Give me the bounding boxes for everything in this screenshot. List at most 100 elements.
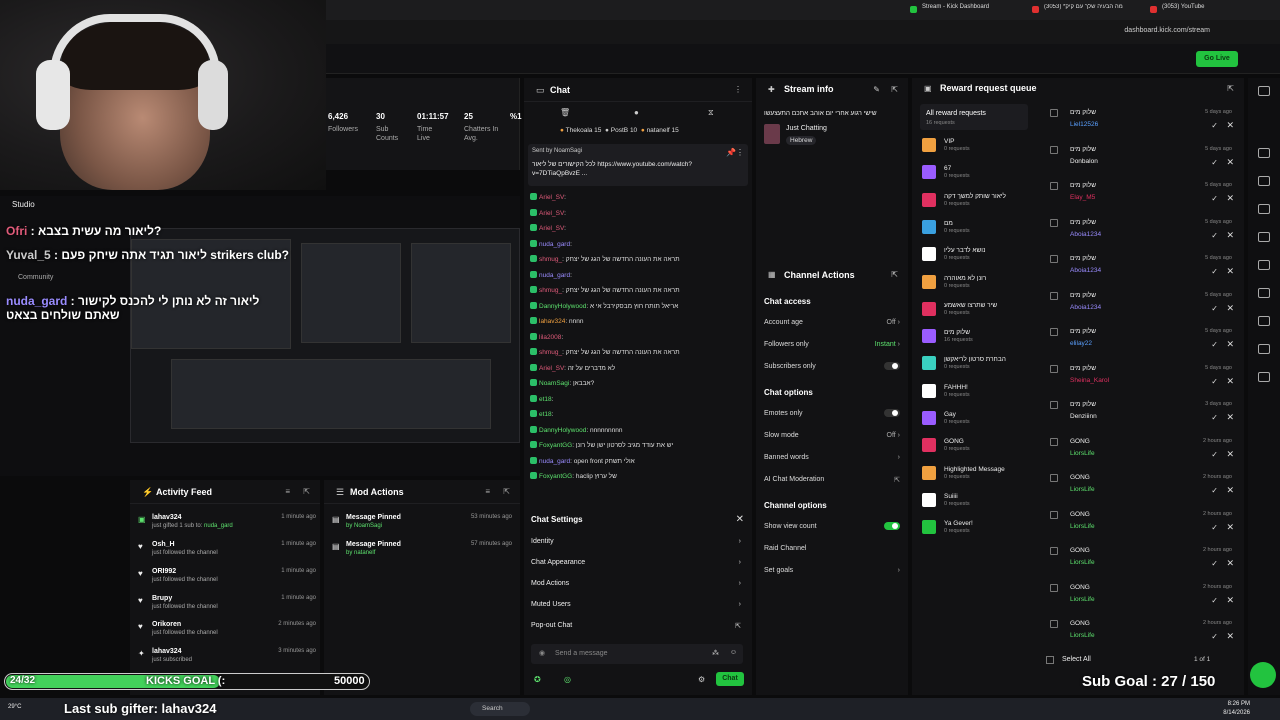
filter-icon[interactable]: ≡: [285, 487, 290, 496]
pinned-message[interactable]: Sent by NoamSagi לכל הקישורים של ליאור h…: [528, 144, 748, 186]
setting-chat-appearance[interactable]: Chat Appearance ›: [531, 559, 745, 566]
close-icon[interactable]: ✕: [1226, 522, 1234, 533]
chat-message[interactable]: shmug_: תראה את העונה החדשה של הגג של יצ…: [530, 348, 680, 356]
close-icon[interactable]: ✕: [1226, 339, 1234, 350]
close-icon[interactable]: ✕: [1226, 120, 1234, 131]
list-icon[interactable]: [1258, 204, 1270, 214]
chat-username[interactable]: FoxyantGG: [539, 473, 572, 480]
queue-username[interactable]: Aboia1234: [1070, 267, 1101, 274]
queue-checkbox[interactable]: [1050, 218, 1058, 227]
reward-item[interactable]: Highlighted Message 0 requests: [922, 465, 1032, 480]
chat-username[interactable]: shmug_: [539, 287, 562, 294]
gear-icon[interactable]: ⚙: [698, 675, 705, 684]
chat-send-button[interactable]: Chat: [716, 672, 744, 686]
hourglass-icon[interactable]: ⧖: [708, 108, 714, 118]
chat-username[interactable]: DannyHolywood: [539, 427, 586, 434]
queue-username[interactable]: Aboia1234: [1070, 231, 1101, 238]
chat-message[interactable]: nuda_gard:: [530, 239, 572, 248]
reward-item[interactable]: 67 0 requests: [922, 165, 1032, 180]
reward-item[interactable]: Ya Gever! 0 requests: [922, 520, 1032, 535]
setting-slow-mode[interactable]: Slow mode Off ›: [764, 432, 904, 439]
reward-item[interactable]: GONG 0 requests: [922, 438, 1032, 453]
chat-username[interactable]: Ariel_SV: [539, 210, 564, 217]
queue-checkbox[interactable]: [1050, 328, 1058, 336]
check-icon[interactable]: ✓: [1211, 158, 1218, 167]
queue-username[interactable]: Denziiinn: [1070, 413, 1097, 420]
close-icon[interactable]: ✕: [1226, 485, 1234, 496]
taskbar-search[interactable]: Search: [470, 702, 530, 716]
queue-checkbox[interactable]: [1050, 583, 1058, 592]
chat-message[interactable]: Ariel_SV: לא מדברים על זה: [530, 363, 615, 372]
chat-username[interactable]: et18: [539, 411, 552, 418]
queue-checkbox[interactable]: [1050, 437, 1058, 446]
points-icon[interactable]: ◎: [564, 675, 571, 684]
chat-message[interactable]: shmug_: תראה את העונה החדשה של הגג של יצ…: [530, 255, 680, 263]
tab-youtube-video[interactable]: (3053) *מה הבעיה שלך עם קיק: [1030, 4, 1142, 17]
close-icon[interactable]: ✕: [1226, 631, 1234, 642]
layout-icon[interactable]: [1258, 148, 1270, 158]
setting-mod-actions[interactable]: Mod Actions ›: [531, 580, 745, 587]
chat-username[interactable]: DannyHolywood: [539, 303, 586, 310]
all-reward-requests[interactable]: All reward requests 16 requests: [920, 104, 1028, 130]
check-icon[interactable]: ✓: [1211, 559, 1218, 568]
queue-checkbox[interactable]: [1050, 547, 1058, 555]
chat-username[interactable]: shmug_: [539, 256, 562, 263]
reward-item[interactable]: FAHHH! 0 requests: [922, 383, 1032, 398]
chat-message[interactable]: et18:: [530, 410, 553, 418]
queue-username[interactable]: LiorsLife: [1070, 632, 1095, 639]
popout-icon[interactable]: ⇱: [891, 270, 898, 279]
chat-username[interactable]: nuda_gard: [539, 241, 570, 248]
check-icon[interactable]: ✓: [1211, 632, 1218, 641]
url-field[interactable]: dashboard.kick.com/stream: [1124, 27, 1210, 34]
reward-item[interactable]: מם 0 requests: [922, 219, 1032, 234]
emote-icon[interactable]: ⁂: [712, 649, 719, 657]
reward-item[interactable]: Suiiii 0 requests: [922, 492, 1032, 507]
queue-username[interactable]: Donbalon: [1070, 158, 1098, 165]
reward-item[interactable]: VIP 0 requests: [922, 138, 1032, 152]
chat-username[interactable]: NoamSagi: [539, 380, 569, 387]
setting-raid-channel[interactable]: Raid Channel: [764, 545, 904, 552]
chat-message[interactable]: nuda_gard: open front אולי תשחק: [530, 456, 635, 465]
check-icon[interactable]: ✓: [1211, 596, 1218, 605]
smile-icon[interactable]: ☺: [730, 649, 737, 656]
chat-username[interactable]: et18: [539, 396, 552, 403]
check-icon[interactable]: ✓: [1211, 121, 1218, 130]
close-icon[interactable]: ✕: [1226, 376, 1234, 387]
chat-icon[interactable]: [1258, 232, 1270, 242]
queue-icon[interactable]: [1258, 288, 1270, 298]
chat-input[interactable]: ◉ Send a message ⁂ ☺: [531, 644, 743, 664]
queue-checkbox[interactable]: [1050, 401, 1058, 409]
setting-popout-chat[interactable]: Pop-out Chat ⇱: [531, 622, 745, 630]
reward-item[interactable]: הבחרת סרטון לריאקשן 0 requests: [922, 356, 1032, 371]
close-icon[interactable]: ✕: [736, 514, 744, 525]
queue-username[interactable]: Aboia1234: [1070, 304, 1101, 311]
chat-message[interactable]: Ariel_SV:: [530, 224, 566, 232]
info-icon[interactable]: [1258, 86, 1270, 96]
queue-checkbox[interactable]: [1050, 474, 1058, 482]
trash-icon[interactable]: 🗑: [560, 108, 570, 117]
more-icon[interactable]: ⋮: [736, 148, 744, 157]
chat-username[interactable]: shmug_: [539, 349, 562, 356]
show-view-count-toggle[interactable]: [884, 522, 900, 530]
check-icon[interactable]: ✓: [1211, 377, 1218, 386]
popout-icon[interactable]: ⇱: [303, 487, 310, 496]
setting-set-goals[interactable]: Set goals ›: [764, 567, 904, 574]
tab-youtube[interactable]: (3053) YouTube: [1148, 4, 1238, 17]
chat-message[interactable]: Ariel_SV:: [530, 208, 566, 217]
setting-emotes-only[interactable]: Emotes only: [764, 409, 904, 417]
close-icon[interactable]: ✕: [1226, 266, 1234, 277]
reward-item[interactable]: שלוק מים 16 requests: [922, 329, 1032, 344]
chat-message[interactable]: FoxyantGG: יש את עודד מגיב לסרטון ישן של…: [530, 441, 673, 449]
queue-username[interactable]: LiorsLife: [1070, 596, 1095, 603]
popout-icon[interactable]: ⇱: [891, 85, 898, 94]
chat-username[interactable]: lahav324: [539, 318, 565, 325]
queue-username[interactable]: LiorsLife: [1070, 450, 1095, 457]
close-icon[interactable]: ✕: [1226, 595, 1234, 606]
reward-item[interactable]: Gay 0 requests: [922, 411, 1032, 425]
chat-username[interactable]: nuda_gard: [539, 272, 570, 279]
close-icon[interactable]: ✕: [1226, 157, 1234, 168]
chat-message[interactable]: DannyHolywood: אריאל תותח חוץ מבסקירבל א…: [530, 301, 678, 310]
queue-checkbox[interactable]: [1050, 620, 1058, 628]
close-icon[interactable]: ✕: [1226, 412, 1234, 423]
queue-checkbox[interactable]: [1050, 364, 1058, 373]
